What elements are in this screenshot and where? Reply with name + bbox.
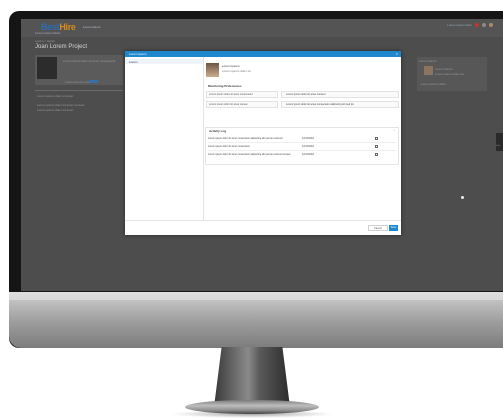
modal-sidebar: Lorem [125, 57, 204, 220]
profile-card-meta: Lorem ipsum Lorem [65, 80, 92, 84]
side-tab-label: Help [496, 145, 501, 147]
activity-date: 12/13/2016 [302, 153, 314, 156]
activity-text: Lorem ipsum dolor sit amet consectetur a… [208, 153, 291, 156]
save-button[interactable]: Save [389, 225, 398, 231]
close-icon[interactable]: × [396, 51, 398, 57]
right-panel-sub: Lorem ipsum dolor sit [435, 72, 464, 76]
monitor-shadow [170, 410, 334, 418]
profile-photo [37, 57, 57, 79]
preference-field-2[interactable]: Lorem ipsum dolor sit amet consec [206, 101, 278, 108]
field-label-1: Lorem ipsum dolor sit amet consectetur [209, 93, 253, 96]
activity-log-title: Activity Log [209, 129, 227, 133]
activity-text: Lorem ipsum dolor sit amet consectetur [208, 145, 250, 148]
field-value-2: Lorem ipsum dolor sit amet consectetur a… [286, 103, 354, 106]
app-header: BestHire Lorem ipsum Lorem Ipsum Dolor L… [21, 19, 503, 37]
side-help-tab[interactable]: Help [496, 133, 503, 151]
candidate-photo [206, 63, 219, 77]
activity-row: Lorem ipsum dolor sit amet consectetur a… [208, 136, 396, 143]
right-panel-note: Lorem ipsum dolor [421, 82, 446, 86]
background-text-b: Lorem ipsum dolor sit amet [37, 108, 74, 112]
modal-nav-item[interactable]: Lorem [125, 59, 203, 64]
header-user-text[interactable]: Lorem ipsum dolor [447, 23, 472, 27]
document-icon[interactable] [375, 137, 378, 140]
monitor-screen: BestHire Lorem ipsum Lorem Ipsum Dolor L… [21, 19, 503, 291]
candidate-name: Lorem Ipsum [222, 64, 240, 68]
section-heading-preferences: Monitoring Preferences [208, 84, 242, 88]
monitor-chin-highlight [9, 292, 503, 300]
notification-icon[interactable] [475, 23, 479, 27]
modal-title: Lorem Ipsum [129, 52, 147, 56]
right-panel-avatar [424, 66, 433, 75]
preference-value-2[interactable]: Lorem ipsum dolor sit amet consectetur a… [281, 101, 399, 108]
activity-date: 12/13/2016 [302, 145, 314, 148]
field-value-1: Lorem ipsum dolor sit amet consect [286, 93, 326, 96]
chevron-up-icon[interactable]: ^ [394, 129, 395, 133]
logo-text-accent: Hire [59, 22, 76, 32]
activity-log-panel: Activity Log ^ Lorem ipsum dolor sit ame… [205, 127, 399, 165]
header-user-area: Lorem ipsum dolor [447, 23, 493, 27]
user-avatar[interactable] [489, 23, 493, 27]
activity-row: Lorem ipsum dolor sit amet consectetur 1… [208, 144, 396, 151]
settings-icon[interactable] [482, 23, 486, 27]
field-label-2: Lorem ipsum dolor sit amet consec [209, 103, 248, 106]
activity-text: Lorem ipsum dolor sit amet consectetur a… [208, 137, 283, 140]
profile-modal: Lorem Ipsum × Lorem Lorem Ipsum Lorem ip… [125, 51, 401, 235]
candidate-subtitle: Lorem ipsum dolor sit [222, 69, 251, 73]
mouse-cursor [461, 196, 464, 199]
monitor-stand-neck [214, 347, 290, 407]
logo-subtitle: Lorem ipsum [83, 25, 101, 29]
right-panel-title: Lorem ipsum [419, 59, 437, 63]
activity-row: Lorem ipsum dolor sit amet consectetur a… [208, 152, 396, 158]
preference-value-1[interactable]: Lorem ipsum dolor sit amet consect [281, 91, 399, 98]
document-icon[interactable] [375, 145, 378, 148]
divider [35, 90, 123, 91]
background-text-a: Lorem ipsum dolor sit amet consect [37, 103, 85, 107]
breadcrumb[interactable]: Lorem > Ipsum [35, 39, 55, 43]
modal-nav-label: Lorem [129, 60, 138, 64]
section-label: Lorem ipsum dolor sit amet [37, 94, 74, 98]
profile-card-text: Lorem ipsum dolor sit amet consectetur [63, 59, 116, 63]
monitor-chin [9, 292, 503, 348]
activity-date: 12/13/2016 [302, 137, 314, 140]
status-toggle[interactable] [89, 80, 98, 83]
cancel-button[interactable]: Cancel [368, 225, 388, 231]
modal-footer: Cancel Save [125, 220, 401, 235]
header-nav[interactable]: Lorem Ipsum Dolor [35, 31, 61, 35]
page-title: Joan Lorem Project [35, 44, 88, 50]
right-panel-name[interactable]: Lorem ipsum [435, 67, 452, 71]
document-icon[interactable] [375, 153, 378, 156]
preference-field-1[interactable]: Lorem ipsum dolor sit amet consectetur [206, 91, 278, 98]
